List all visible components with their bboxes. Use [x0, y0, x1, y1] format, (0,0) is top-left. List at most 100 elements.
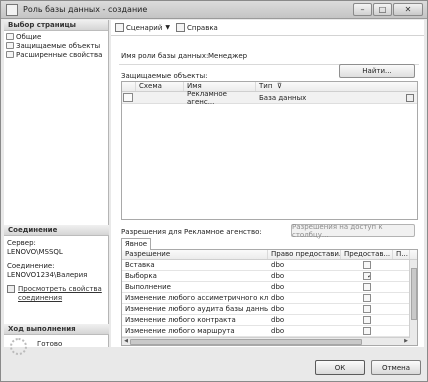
progress-spinner-icon — [10, 338, 27, 355]
permissions-rows: ВставкаdboВыборкаdbo✓ВыполнениеdboИзмене… — [122, 260, 417, 337]
column-header-grant[interactable]: Предостав... — [341, 250, 393, 259]
scroll-left-icon[interactable]: ◀ — [122, 338, 130, 345]
minimize-button[interactable]: – — [353, 3, 372, 16]
column-header-with-grant[interactable]: П... — [393, 250, 410, 259]
table-row[interactable]: Изменение любого аудита базы данных dbo — [122, 304, 417, 315]
edit-icon[interactable] — [406, 93, 414, 102]
cell-permission: Вставка — [125, 261, 155, 269]
cell-permission: Изменение любого ассиметричного ключа — [125, 294, 268, 302]
table-row[interactable]: Выполнение dbo — [122, 282, 417, 293]
scroll-thumb[interactable] — [411, 268, 417, 320]
ok-button[interactable]: ОК — [315, 360, 365, 375]
table-row[interactable]: Вставка dbo — [122, 260, 417, 271]
connection-value: LENOVO1234\Валерия — [7, 271, 88, 279]
cancel-button[interactable]: Отмена — [371, 360, 421, 375]
window-controls: – □ ✕ — [353, 3, 423, 16]
title-bar: Роль базы данных - создание – □ ✕ — [1, 1, 427, 19]
role-name-label: Имя роли базы данных: — [121, 52, 209, 60]
help-icon — [176, 23, 185, 32]
page-item-label: Защищаемые объекты — [16, 41, 101, 50]
scroll-right-icon[interactable]: ▶ — [402, 338, 410, 345]
main-panel: Сценарий ▼ Справка Имя роли базы данных:… — [111, 20, 424, 347]
filter-icon[interactable]: ⊽ — [275, 82, 282, 90]
grant-checkbox[interactable] — [363, 327, 371, 335]
grant-checkbox[interactable] — [363, 261, 371, 269]
permissions-label: Разрешения для Рекламное агенство: — [121, 228, 262, 236]
close-button[interactable]: ✕ — [393, 3, 423, 16]
page-icon — [6, 51, 14, 58]
page-item-label: Расширенные свойства — [16, 50, 103, 59]
column-header-type[interactable]: Тип ⊽ — [256, 82, 417, 91]
table-row[interactable]: Изменение любого ассиметричного ключа dbo — [122, 293, 417, 304]
cell-grantor: dbo — [271, 294, 285, 302]
vertical-scrollbar[interactable] — [409, 260, 417, 345]
left-panel: Выбор страницы Общие Защищаемые объекты … — [4, 20, 109, 355]
server-label: Сервер: — [7, 239, 36, 247]
grant-checkbox[interactable] — [363, 283, 371, 291]
database-icon — [123, 93, 133, 102]
column-header-schema[interactable]: Схема — [136, 82, 184, 91]
maximize-icon: □ — [378, 5, 387, 14]
view-connection-properties-label: Просмотреть свойства соединения — [18, 285, 102, 302]
securables-grid: Схема Имя Тип ⊽ Рекламное агенс... База … — [121, 81, 418, 220]
cell-grant: ✓ — [341, 272, 393, 280]
script-button[interactable]: Сценарий ▼ — [115, 23, 170, 32]
progress-status: Готово — [37, 339, 63, 348]
cell-grant — [341, 261, 393, 269]
scroll-thumb[interactable] — [130, 339, 362, 345]
help-label: Справка — [187, 23, 218, 32]
row-icon-cell — [122, 93, 136, 102]
cell-permission: Изменение любого маршрута — [125, 327, 235, 335]
cell-permission: Изменение любого контракта — [125, 316, 236, 324]
cell-grantor: dbo — [271, 327, 285, 335]
column-header-grantor[interactable]: Право предоставил — [268, 250, 341, 259]
tab-explicit[interactable]: Явное — [121, 238, 151, 250]
grant-checkbox[interactable] — [363, 316, 371, 324]
close-icon: ✕ — [404, 5, 412, 14]
pages-list: Общие Защищаемые объекты Расширенные сво… — [4, 31, 108, 59]
horizontal-scrollbar[interactable]: ◀ ▶ — [122, 337, 410, 345]
window-title: Роль базы данных - создание — [23, 5, 148, 14]
script-icon — [115, 23, 124, 32]
cell-grantor: dbo — [271, 316, 285, 324]
toolbar: Сценарий ▼ Справка — [111, 20, 424, 36]
column-permissions-button[interactable]: Разрешения на доступ к столбцу... — [291, 223, 415, 239]
find-button[interactable]: Найти... — [339, 64, 415, 78]
pages-header: Выбор страницы — [4, 20, 108, 31]
cell-grant — [341, 316, 393, 324]
permissions-grid-header: Разрешение Право предоставил Предостав..… — [122, 250, 417, 260]
script-label: Сценарий — [126, 23, 163, 32]
column-header-type-label: Тип — [259, 82, 273, 90]
grant-checkbox[interactable] — [363, 305, 371, 313]
page-item-extended-properties[interactable]: Расширенные свойства — [6, 50, 108, 59]
cell-grantor: dbo — [271, 272, 285, 280]
permissions-grid: Разрешение Право предоставил Предостав..… — [121, 250, 418, 346]
view-connection-properties-link[interactable]: Просмотреть свойства соединения — [7, 285, 107, 303]
table-row[interactable]: Выборка dbo ✓ — [122, 271, 417, 282]
permissions-tabs: Явное — [121, 238, 418, 250]
connection-info: Сервер: LENOVO\MSSQL Соединение: LENOVO1… — [7, 239, 107, 303]
grant-checkbox[interactable]: ✓ — [363, 272, 371, 280]
cell-grant — [341, 294, 393, 302]
securables-label: Защищаемые объекты: — [121, 72, 208, 80]
cell-grantor: dbo — [271, 305, 285, 313]
role-name-field[interactable]: Менеджер — [208, 52, 247, 60]
cell-permission: Выполнение — [125, 283, 171, 291]
chevron-down-icon[interactable]: ▼ — [165, 24, 170, 31]
page-item-general[interactable]: Общие — [6, 32, 108, 41]
connection-label: Соединение: — [7, 262, 55, 270]
table-row[interactable]: Рекламное агенс... База данных — [122, 90, 417, 106]
progress-area: Готово — [10, 338, 62, 355]
cell-permission: Изменение любого аудита базы данных — [125, 305, 268, 313]
help-button[interactable]: Справка — [176, 23, 218, 32]
page-item-securables[interactable]: Защищаемые объекты — [6, 41, 108, 50]
table-row[interactable]: Изменение любого маршрута dbo — [122, 326, 417, 337]
grant-checkbox[interactable] — [363, 294, 371, 302]
maximize-button[interactable]: □ — [373, 3, 392, 16]
column-header-permission[interactable]: Разрешение — [122, 250, 268, 259]
server-value: LENOVO\MSSQL — [7, 248, 63, 256]
role-dialog-window: Роль базы данных - создание – □ ✕ Выбор … — [0, 0, 428, 382]
cell-grant — [341, 327, 393, 335]
page-icon — [6, 42, 14, 49]
table-row[interactable]: Изменение любого контракта dbo — [122, 315, 417, 326]
